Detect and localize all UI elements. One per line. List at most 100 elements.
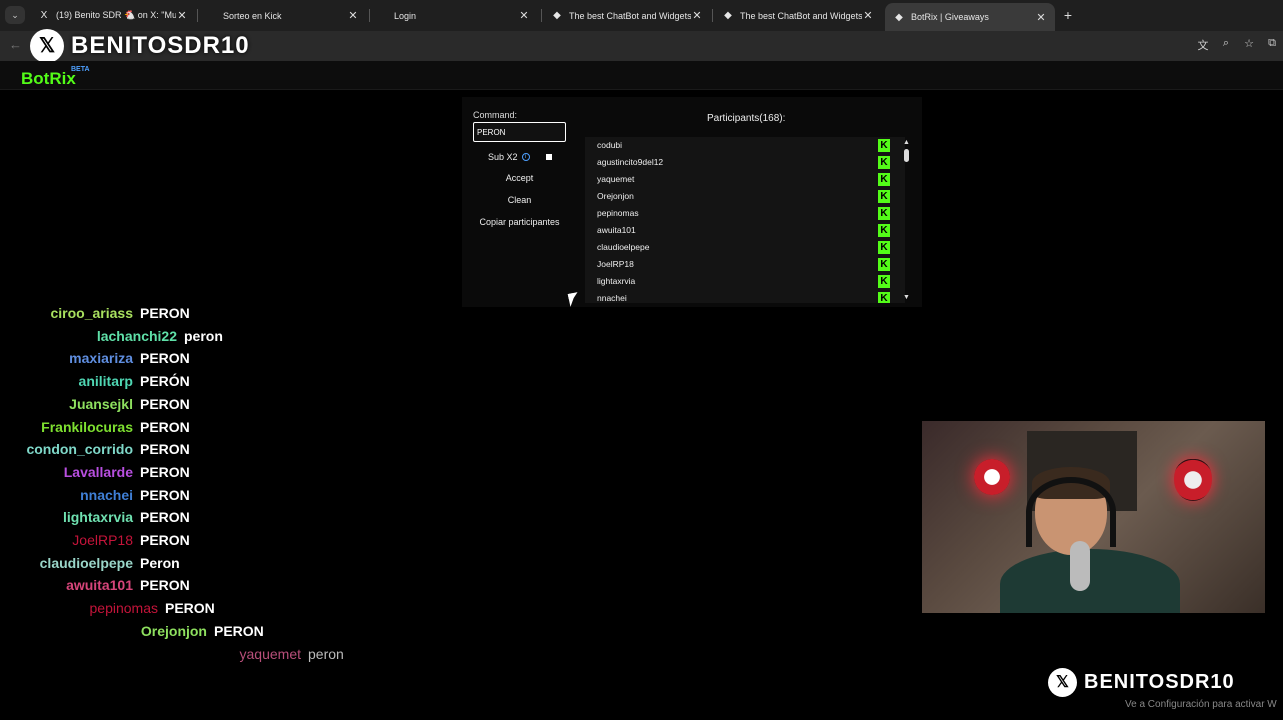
chat-text: PERON: [140, 486, 190, 503]
chat-username[interactable]: awuita101: [66, 577, 133, 593]
info-icon[interactable]: i: [521, 153, 530, 161]
zoom-icon[interactable]: ⌕: [1219, 37, 1233, 53]
botrix-icon: ◆: [895, 11, 903, 23]
chat-text: PERON: [140, 577, 190, 594]
chat-text: Peron: [140, 554, 180, 571]
chat-username[interactable]: pepinomas: [90, 600, 159, 616]
participant-row[interactable]: awuita101 K: [585, 222, 905, 239]
chat-message: awuita101 PERON: [66, 577, 190, 593]
accept-button[interactable]: Accept: [473, 173, 566, 183]
chat-text: PERON: [140, 509, 190, 526]
chat-username[interactable]: claudioelpepe: [40, 555, 133, 571]
copy-participants-button[interactable]: Copiar participantes: [473, 217, 566, 227]
chat-text: peron: [184, 327, 223, 344]
chat-username[interactable]: Juansejkl: [69, 396, 133, 412]
chat-username[interactable]: nnachei: [80, 487, 133, 503]
browser-tab-strip: ⌄ X (19) Benito SDR 🐔 on X: "Muç ✕ Sorte…: [0, 0, 1283, 31]
close-tab-icon[interactable]: ✕: [691, 9, 703, 22]
chat-message: ciroo_ariass PERON: [51, 305, 190, 321]
toolbar-icons: 文 ⌕ ☆ ⧉: [1196, 37, 1283, 53]
participant-row[interactable]: yaquemet K: [585, 171, 905, 188]
streamer-body: [1000, 549, 1180, 613]
chat-message: Orejonjon PERON: [141, 623, 264, 639]
tab-title: The best ChatBot and Widgets: [740, 10, 862, 21]
participant-row[interactable]: agustincito9del12 K: [585, 154, 905, 171]
participant-row[interactable]: codubi K: [585, 137, 905, 154]
participant-row[interactable]: pepinomas K: [585, 205, 905, 222]
command-input[interactable]: [473, 122, 566, 142]
chat-username[interactable]: ciroo_ariass: [51, 305, 134, 321]
bookmark-star-icon[interactable]: ☆: [1242, 37, 1256, 53]
participant-row[interactable]: lightaxrvia K: [585, 273, 905, 290]
stream-handle: BENITOSDR10: [71, 32, 250, 59]
participant-row[interactable]: claudioelpepe K: [585, 239, 905, 256]
close-tab-icon[interactable]: ✕: [347, 9, 359, 22]
chat-text: PERÓN: [140, 373, 190, 390]
participant-name: agustincito9del12: [597, 157, 664, 167]
extensions-icon[interactable]: ⧉: [1265, 37, 1279, 53]
translate-icon[interactable]: 文: [1196, 37, 1210, 53]
sub-x2-option[interactable]: Sub X2 i: [488, 152, 552, 162]
kick-logo-icon: K: [878, 292, 890, 303]
chat-text: PERON: [140, 305, 190, 321]
tab-title: The best ChatBot and Widgets: [569, 10, 691, 21]
tab-sorteo-kick[interactable]: Sorteo en Kick ✕: [215, 4, 367, 27]
back-arrow-icon[interactable]: ←: [9, 37, 22, 52]
chat-text: PERON: [165, 600, 215, 617]
chat-username[interactable]: yaquemet: [240, 646, 301, 662]
tab-botrix-giveaways[interactable]: ◆ BotRix | Giveaways ✕: [885, 3, 1055, 31]
kick-logo-icon: K: [878, 156, 890, 169]
participant-name: nnachei: [597, 293, 627, 303]
sub-x2-label: Sub X2: [488, 152, 518, 162]
x-logo-icon: 𝕏: [1048, 668, 1077, 697]
tab-search-dropdown-icon[interactable]: ⌄: [5, 6, 25, 24]
stream-handle-overlay-top: 𝕏 BENITOSDR10: [30, 29, 250, 63]
kick-logo-icon: K: [878, 275, 890, 288]
chat-username[interactable]: lachanchi22: [97, 328, 177, 344]
new-tab-button[interactable]: +: [1060, 6, 1076, 24]
chat-username[interactable]: JoelRP18: [72, 532, 133, 548]
sub-x2-checkbox[interactable]: [545, 154, 552, 160]
participants-scrollbar[interactable]: ▲ ▼: [902, 137, 912, 303]
clean-button[interactable]: Clean: [473, 195, 566, 205]
chat-username[interactable]: condon_corrido: [26, 441, 133, 457]
chat-username[interactable]: Frankilocuras: [41, 419, 133, 435]
stream-handle-overlay-bottom: 𝕏 BENITOSDR10: [1048, 668, 1235, 697]
chat-message: condon_corrido PERON: [26, 441, 189, 457]
chat-username[interactable]: anilitarp: [79, 373, 133, 389]
chat-message: JoelRP18 PERON: [72, 532, 190, 548]
chat-text: PERON: [140, 463, 190, 480]
close-tab-icon[interactable]: ✕: [1035, 11, 1047, 24]
x-logo-icon: X: [40, 10, 48, 21]
close-tab-icon[interactable]: ✕: [518, 9, 530, 22]
participants-list[interactable]: codubi Kagustincito9del12 Kyaquemet K Orejon…: [585, 137, 905, 303]
tab-login[interactable]: Login ✕: [386, 4, 538, 27]
chat-username[interactable]: lightaxrvia: [63, 509, 133, 525]
tab-botrix-chatbot-1[interactable]: ◆ The best ChatBot and Widgets ✕: [543, 4, 711, 27]
chat-username[interactable]: maxiariza: [69, 350, 133, 366]
chat-text: PERON: [140, 418, 190, 435]
participant-row[interactable]: nnachei K: [585, 290, 905, 303]
participant-row[interactable]: JoelRP18 K: [585, 256, 905, 273]
participant-name: yaquemet: [597, 174, 635, 184]
scroll-thumb[interactable]: [904, 149, 909, 162]
tab-botrix-chatbot-2[interactable]: ◆ The best ChatBot and Widgets ✕: [714, 4, 882, 27]
kick-logo-icon: K: [878, 241, 890, 254]
command-label: Command:: [473, 110, 518, 120]
chat-username[interactable]: Lavallarde: [64, 464, 133, 480]
scroll-down-icon[interactable]: ▼: [903, 294, 910, 301]
botrix-logo[interactable]: BotRix: [21, 69, 76, 89]
participant-row[interactable]: Orejonjon K: [585, 188, 905, 205]
chat-message: maxiariza PERON: [69, 350, 190, 366]
close-tab-icon[interactable]: ✕: [176, 9, 188, 22]
tab-title: BotRix | Giveaways: [911, 12, 989, 22]
tab-title: Login: [394, 10, 417, 21]
kick-logo-icon: K: [878, 258, 890, 271]
chat-username[interactable]: Orejonjon: [141, 623, 207, 639]
chat-text: PERON: [214, 622, 264, 639]
tab-benito-x[interactable]: X (19) Benito SDR 🐔 on X: "Muç ✕: [30, 4, 196, 27]
chat-message: pepinomas PERON: [90, 600, 215, 616]
scroll-up-icon[interactable]: ▲: [903, 139, 910, 146]
x-logo-icon: 𝕏: [30, 29, 64, 63]
close-tab-icon[interactable]: ✕: [862, 9, 874, 22]
